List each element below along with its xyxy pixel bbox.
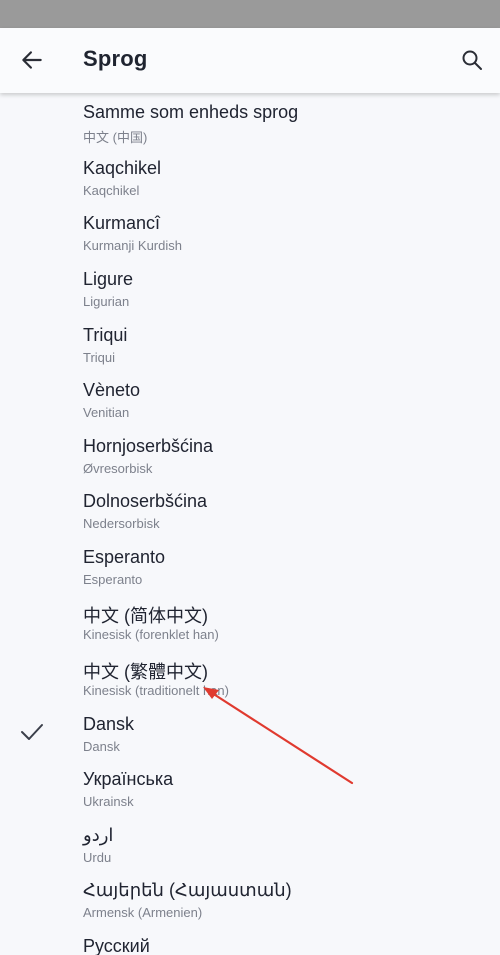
language-item[interactable]: Kaqchikel Kaqchikel — [0, 158, 500, 213]
language-name: Dolnoserbšćina — [83, 491, 208, 511]
search-icon — [462, 50, 482, 70]
language-subtitle: Kurmanji Kurdish — [83, 238, 182, 253]
language-subtitle: Dansk — [83, 739, 120, 754]
language-subtitle: Ligurian — [83, 294, 130, 309]
language-item[interactable]: Samme som enheds sprog 中文 (中国) — [0, 102, 500, 157]
search-button[interactable] — [452, 40, 492, 80]
language-name: Русский — [83, 936, 150, 955]
language-name: Samme som enheds sprog — [83, 102, 299, 122]
language-subtitle: Triqui — [83, 350, 116, 365]
language-item[interactable]: Հայերեն (Հայաստան) Armensk (Armenien) — [0, 880, 500, 935]
language-item[interactable]: Hornjoserbšćina Øvresorbisk — [0, 436, 500, 491]
app-bar: Sprog — [0, 28, 500, 93]
language-name: 中文 (繁體中文) — [83, 662, 208, 682]
language-name: اردو — [83, 825, 114, 845]
language-item[interactable]: 中文 (简体中文) Kinesisk (forenklet han) — [0, 602, 500, 657]
language-subtitle: 中文 (中国) — [83, 130, 148, 145]
language-name: Українська — [83, 769, 174, 789]
language-name: Esperanto — [83, 547, 166, 567]
language-list[interactable]: Samme som enheds sprog 中文 (中国) Kaqchikel… — [0, 93, 500, 955]
language-name: Triqui — [83, 325, 128, 345]
language-item[interactable]: Dolnoserbšćina Nedersorbisk — [0, 491, 500, 546]
language-subtitle: Nedersorbisk — [83, 516, 160, 531]
language-subtitle: Esperanto — [83, 572, 143, 587]
language-subtitle: Øvresorbisk — [83, 461, 153, 476]
language-subtitle: Ukrainsk — [83, 794, 134, 809]
language-subtitle: Venitian — [83, 405, 130, 420]
back-button[interactable] — [12, 40, 52, 80]
language-item[interactable]: Українська Ukrainsk — [0, 769, 500, 824]
language-subtitle: Kinesisk (forenklet han) — [83, 627, 219, 642]
page-title: Sprog — [83, 46, 148, 71]
language-name: Vèneto — [83, 380, 141, 400]
status-bar — [0, 0, 500, 28]
language-name: Dansk — [83, 714, 135, 734]
language-item[interactable]: Triqui Triqui — [0, 325, 500, 380]
language-item[interactable]: Kurmancî Kurmanji Kurdish — [0, 213, 500, 268]
language-name: Kurmancî — [83, 213, 161, 233]
language-item[interactable]: Русский — [0, 936, 500, 955]
language-subtitle: Urdu — [83, 850, 112, 865]
language-subtitle: Kaqchikel — [83, 183, 140, 198]
language-item[interactable]: Ligure Ligurian — [0, 269, 500, 324]
language-name: Հայերեն (Հայաստան) — [83, 880, 292, 900]
arrow-left-icon — [22, 51, 42, 69]
language-name: Kaqchikel — [83, 158, 162, 178]
language-name: Ligure — [83, 269, 134, 289]
language-name: Hornjoserbšćina — [83, 436, 214, 456]
language-item[interactable]: اردو Urdu — [0, 825, 500, 880]
checkmark-icon — [21, 724, 43, 740]
language-subtitle: Kinesisk (traditionelt han) — [83, 683, 229, 698]
language-item-selected[interactable]: Dansk Dansk — [0, 714, 500, 769]
language-name: 中文 (简体中文) — [83, 606, 208, 626]
language-subtitle: Armensk (Armenien) — [83, 905, 203, 920]
language-item[interactable]: Esperanto Esperanto — [0, 547, 500, 602]
screen: Sprog Samme som enheds sprog 中文 (中国) Kaq… — [0, 0, 500, 955]
language-item[interactable]: 中文 (繁體中文) Kinesisk (traditionelt han) — [0, 658, 500, 713]
language-item[interactable]: Vèneto Venitian — [0, 380, 500, 435]
